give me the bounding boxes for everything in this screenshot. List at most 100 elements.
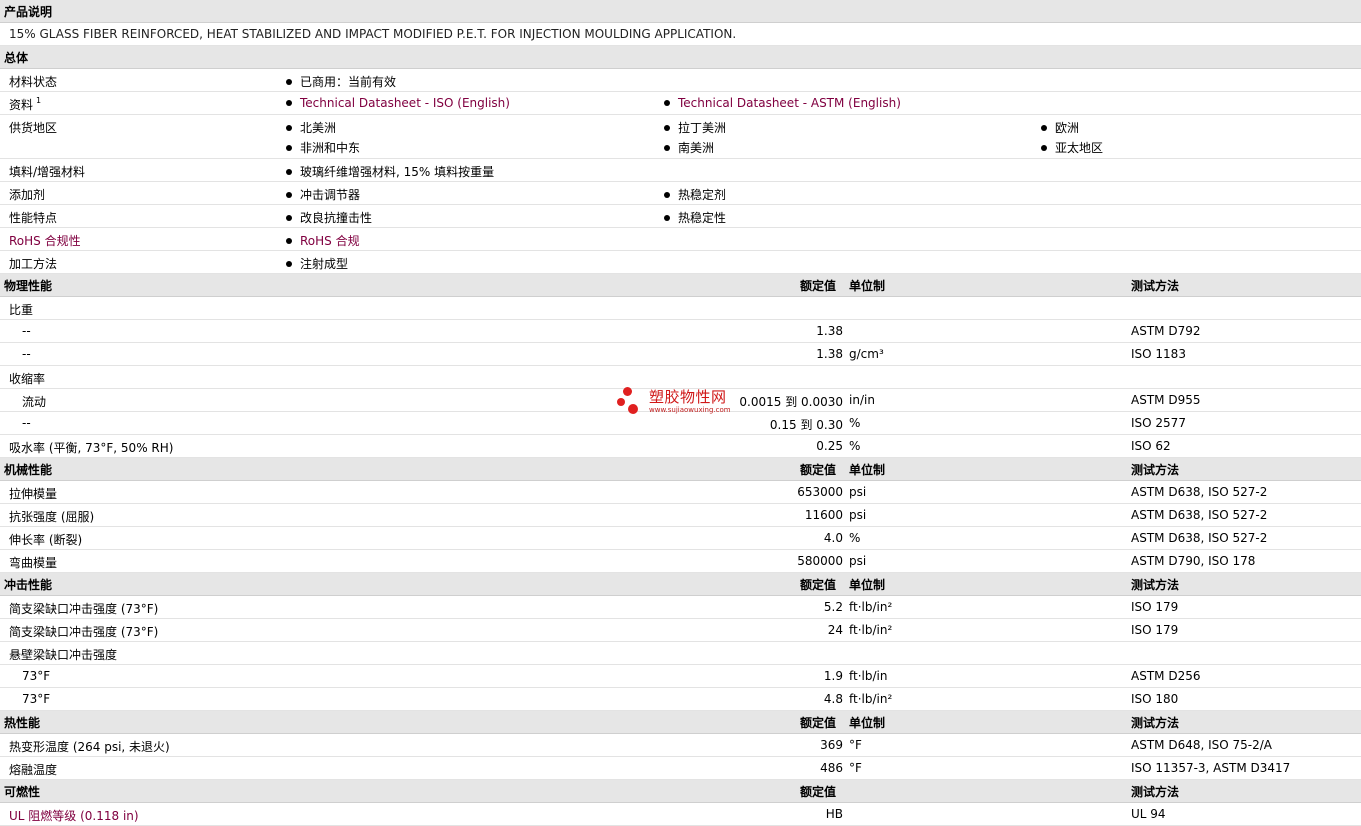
section-header-impact: 冲击性能 额定值 单位制 测试方法: [0, 573, 1361, 596]
row-unit: g/cm³: [849, 347, 884, 361]
table-row: 热变形温度 (264 psi, 未退火) 369 °F ASTM D648, I…: [0, 734, 1361, 757]
logo-dot-icon: [623, 387, 632, 396]
datasheet-page: 产品说明 15% GLASS FIBER REINFORCED, HEAT ST…: [0, 0, 1361, 826]
row-izod-group: 悬壁梁缺口冲击强度: [0, 642, 1361, 665]
bullet-icon: [286, 238, 292, 244]
row-method: ASTM D790, ISO 178: [1131, 554, 1256, 568]
bullet-item: 冲击调节器: [286, 186, 360, 203]
bullet-icon: [286, 261, 292, 267]
rohs-value-link[interactable]: RoHS 合规: [286, 232, 360, 249]
table-row: 伸长率 (断裂) 4.0 % ASTM D638, ISO 527-2: [0, 527, 1361, 550]
bullet-icon: [286, 125, 292, 131]
section-title: 物理性能: [4, 279, 53, 293]
row-unit: ft·lb/in: [849, 669, 888, 683]
region-item: 亚太地区: [1041, 139, 1103, 156]
rohs-label-link[interactable]: RoHS 合规性: [9, 232, 81, 249]
bullet-item: 改良抗撞击性: [286, 209, 372, 226]
table-row: -- 1.38 g/cm³ ISO 1183: [0, 343, 1361, 366]
table-row: 吸水率 (平衡, 73°F, 50% RH) 0.25 % ISO 62: [0, 435, 1361, 458]
row-unit: in/in: [849, 393, 875, 407]
bullet-icon: [664, 192, 670, 198]
bullet-icon: [664, 215, 670, 221]
table-row: 73°F 1.9 ft·lb/in ASTM D256: [0, 665, 1361, 688]
row-value: 0.25: [816, 439, 843, 453]
row-unit: °F: [849, 761, 862, 775]
row-unit: ft·lb/in²: [849, 623, 893, 637]
row-label: 性能特点: [9, 211, 58, 225]
row-value: 653000: [797, 485, 843, 499]
bullet-icon: [286, 215, 292, 221]
row-value: 1.38: [816, 324, 843, 338]
region-item: 欧洲: [1041, 119, 1079, 136]
col-header-value: 额定值: [800, 785, 837, 799]
row-value: 1.9: [823, 669, 843, 683]
table-row: 弯曲模量 580000 psi ASTM D790, ISO 178: [0, 550, 1361, 573]
bullet-icon: [286, 169, 292, 175]
table-row: 简支梁缺口冲击强度 (73°F) 5.2 ft·lb/in² ISO 179: [0, 596, 1361, 619]
row-regions: 供货地区 北美洲 拉丁美洲 欧洲 非洲和中东 南美洲 亚太地区: [0, 115, 1361, 159]
row-sg-group: 比重: [0, 297, 1361, 320]
row-value: 5.2: [823, 600, 843, 614]
row-label: 加工方法: [9, 257, 58, 271]
watermark-logo: 塑胶物性网 www.sujiaowuxing.com: [617, 384, 757, 420]
section-title: 可燃性: [4, 785, 41, 799]
table-row: 抗张强度 (屈服) 11600 psi ASTM D638, ISO 527-2: [0, 504, 1361, 527]
row-method: ISO 180: [1131, 692, 1179, 706]
row-filler: 填料/增强材料 玻璃纤维增强材料, 15% 填料按重量: [0, 159, 1361, 182]
col-header-value: 额定值: [800, 279, 837, 293]
watermark-url: www.sujiaowuxing.com: [649, 406, 731, 414]
table-row: 简支梁缺口冲击强度 (73°F) 24 ft·lb/in² ISO 179: [0, 619, 1361, 642]
bullet-item: 注射成型: [286, 255, 348, 272]
region-item: 南美洲: [664, 139, 714, 156]
row-label: 资料 1: [9, 96, 42, 112]
logo-dot-icon: [617, 398, 625, 406]
bullet-icon: [286, 145, 292, 151]
row-additives: 添加剂 冲击调节器 热稳定剂: [0, 182, 1361, 205]
row-unit: %: [849, 416, 861, 430]
row-value: 4.8: [823, 692, 843, 706]
col-header-value: 额定值: [800, 463, 837, 477]
bullet-icon: [1041, 125, 1047, 131]
region-item: 北美洲: [286, 119, 336, 136]
region-item: 拉丁美洲: [664, 119, 726, 136]
table-row: -- 1.38 ASTM D792: [0, 320, 1361, 343]
col-header-method: 测试方法: [1131, 716, 1180, 730]
row-method: UL 94: [1131, 807, 1166, 821]
row-method: ISO 179: [1131, 623, 1179, 637]
logo-dot-icon: [628, 404, 638, 414]
bullet-item: 热稳定性: [664, 209, 726, 226]
table-row: UL 阻燃等级 (0.118 in) HB UL 94: [0, 803, 1361, 826]
doc-link-astm[interactable]: Technical Datasheet - ASTM (English): [664, 96, 901, 110]
section-header-description: 产品说明: [0, 0, 1361, 23]
row-value: 486: [820, 761, 843, 775]
row-method: ISO 11357-3, ASTM D3417: [1131, 761, 1291, 775]
row-method: ASTM D638, ISO 527-2: [1131, 531, 1268, 545]
row-method: ASTM D638, ISO 527-2: [1131, 508, 1268, 522]
row-method: ISO 1183: [1131, 347, 1186, 361]
section-title: 热性能: [4, 716, 41, 730]
row-value: 11600: [804, 508, 843, 522]
row-documents: 资料 1 Technical Datasheet - ISO (English) …: [0, 92, 1361, 115]
row-label: 比重: [9, 303, 34, 317]
bullet-icon: [664, 100, 670, 106]
bullet-icon: [1041, 145, 1047, 151]
bullet-item: 热稳定剂: [664, 186, 726, 203]
col-header-method: 测试方法: [1131, 578, 1180, 592]
row-method: ASTM D638, ISO 527-2: [1131, 485, 1268, 499]
section-header-thermal: 热性能 额定值 单位制 测试方法: [0, 711, 1361, 734]
bullet-icon: [286, 192, 292, 198]
col-header-unit: 单位制: [849, 279, 886, 293]
row-method: ISO 2577: [1131, 416, 1186, 430]
section-title: 产品说明: [4, 5, 53, 19]
row-material-status: 材料状态 已商用：当前有效: [0, 69, 1361, 92]
doc-link-iso[interactable]: Technical Datasheet - ISO (English): [286, 96, 510, 110]
watermark-title: 塑胶物性网: [649, 388, 727, 406]
row-method: ASTM D792: [1131, 324, 1201, 338]
row-unit: %: [849, 439, 861, 453]
col-header-method: 测试方法: [1131, 785, 1180, 799]
section-title: 冲击性能: [4, 578, 53, 592]
region-item: 非洲和中东: [286, 139, 360, 156]
col-header-unit: 单位制: [849, 716, 886, 730]
row-value: 4.0: [823, 531, 843, 545]
row-label: 填料/增强材料: [9, 165, 86, 179]
